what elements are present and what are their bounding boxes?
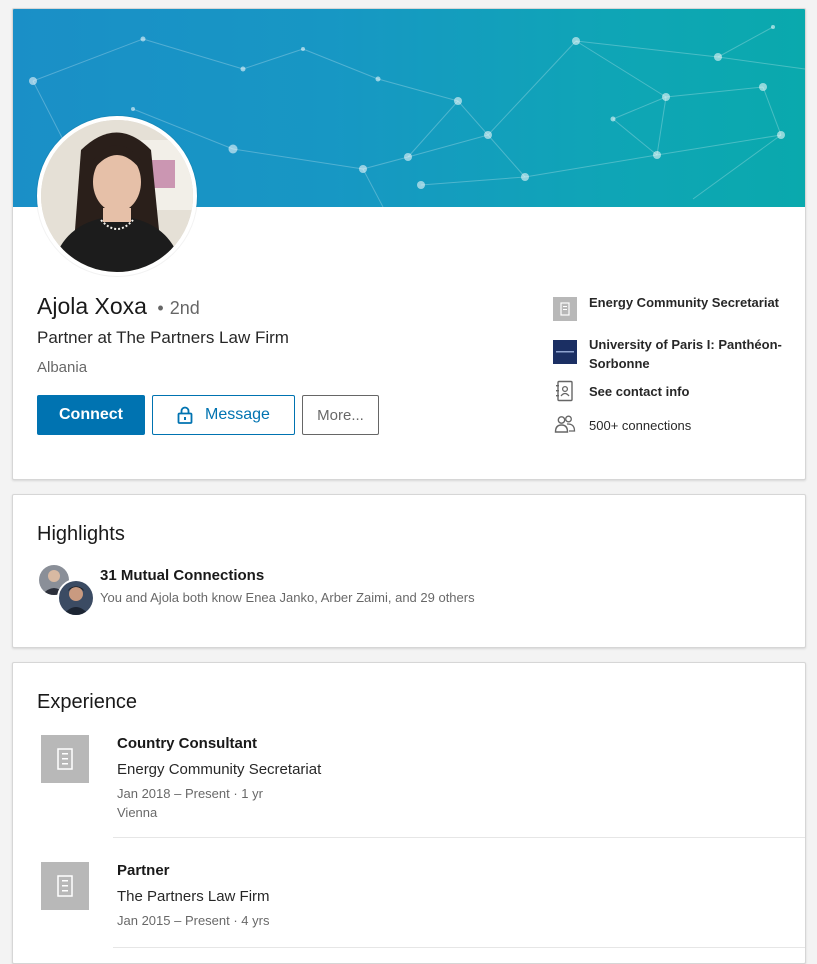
experience-dates: Jan 2018 – Present · 1 yr — [117, 786, 263, 801]
company-logo-icon — [553, 297, 577, 321]
company-logo-icon — [41, 735, 89, 783]
experience-job-title: Partner — [117, 862, 170, 879]
highlights-card: Highlights 31 Mutual Connections You and… — [12, 494, 806, 648]
current-company-link[interactable]: Energy Community Secretariat — [553, 293, 793, 333]
experience-company: Energy Community Secretariat — [117, 761, 322, 778]
experience-job-title: Country Consultant — [117, 735, 257, 752]
company-logo-icon — [41, 862, 89, 910]
person-photo-icon — [41, 120, 193, 272]
mutual-connection-avatars[interactable] — [37, 563, 97, 617]
current-company-name: Energy Community Secretariat — [589, 295, 780, 310]
experience-card: Experience Country Consultant Energy Com… — [12, 662, 806, 964]
contact-info-label: See contact info — [589, 384, 690, 399]
message-button[interactable]: Message — [152, 395, 295, 435]
experience-dates: Jan 2015 – Present · 4 yrs — [117, 913, 270, 928]
experience-item[interactable]: Country Consultant Energy Community Secr… — [13, 735, 805, 839]
profile-location: Albania — [37, 359, 88, 376]
connection-degree: • 2nd — [157, 298, 199, 318]
connections-link[interactable]: 500+ connections — [553, 415, 793, 440]
address-book-icon — [553, 379, 577, 403]
message-button-label: Message — [205, 406, 270, 423]
experience-location: Vienna — [117, 805, 158, 820]
divider — [113, 837, 805, 838]
mutual-connections-description: You and Ajola both know Enea Janko, Arbe… — [100, 590, 475, 605]
profile-headline: Partner at The Partners Law Firm — [37, 328, 289, 347]
profile-top-card: Ajola Xoxa • 2nd Partner at The Partners … — [12, 8, 806, 480]
more-actions-button[interactable]: More... — [302, 395, 379, 435]
degree-label: 2nd — [169, 298, 200, 318]
people-icon — [553, 412, 577, 436]
profile-name-row: Ajola Xoxa • 2nd — [37, 293, 200, 320]
avatar — [57, 579, 95, 617]
mutual-connections-link[interactable]: 31 Mutual Connections — [100, 567, 264, 584]
degree-separator: • — [157, 298, 164, 318]
school-link[interactable]: University of Paris I: Panthéon-Sorbonne — [553, 335, 793, 375]
university-logo-icon — [553, 340, 577, 364]
profile-name: Ajola Xoxa — [37, 293, 147, 319]
experience-company: The Partners Law Firm — [117, 888, 270, 905]
profile-photo[interactable] — [37, 116, 197, 276]
experience-item[interactable]: Partner The Partners Law Firm Jan 2015 –… — [13, 862, 805, 942]
school-name: University of Paris I: Panthéon-Sorbonne — [589, 337, 782, 371]
contact-info-link[interactable]: See contact info — [553, 379, 793, 406]
lock-icon — [177, 406, 193, 424]
divider — [113, 947, 805, 948]
connections-count: 500+ connections — [589, 418, 692, 433]
experience-title: Experience — [37, 691, 138, 713]
connect-button[interactable]: Connect — [37, 395, 145, 435]
highlights-title: Highlights — [37, 523, 125, 545]
